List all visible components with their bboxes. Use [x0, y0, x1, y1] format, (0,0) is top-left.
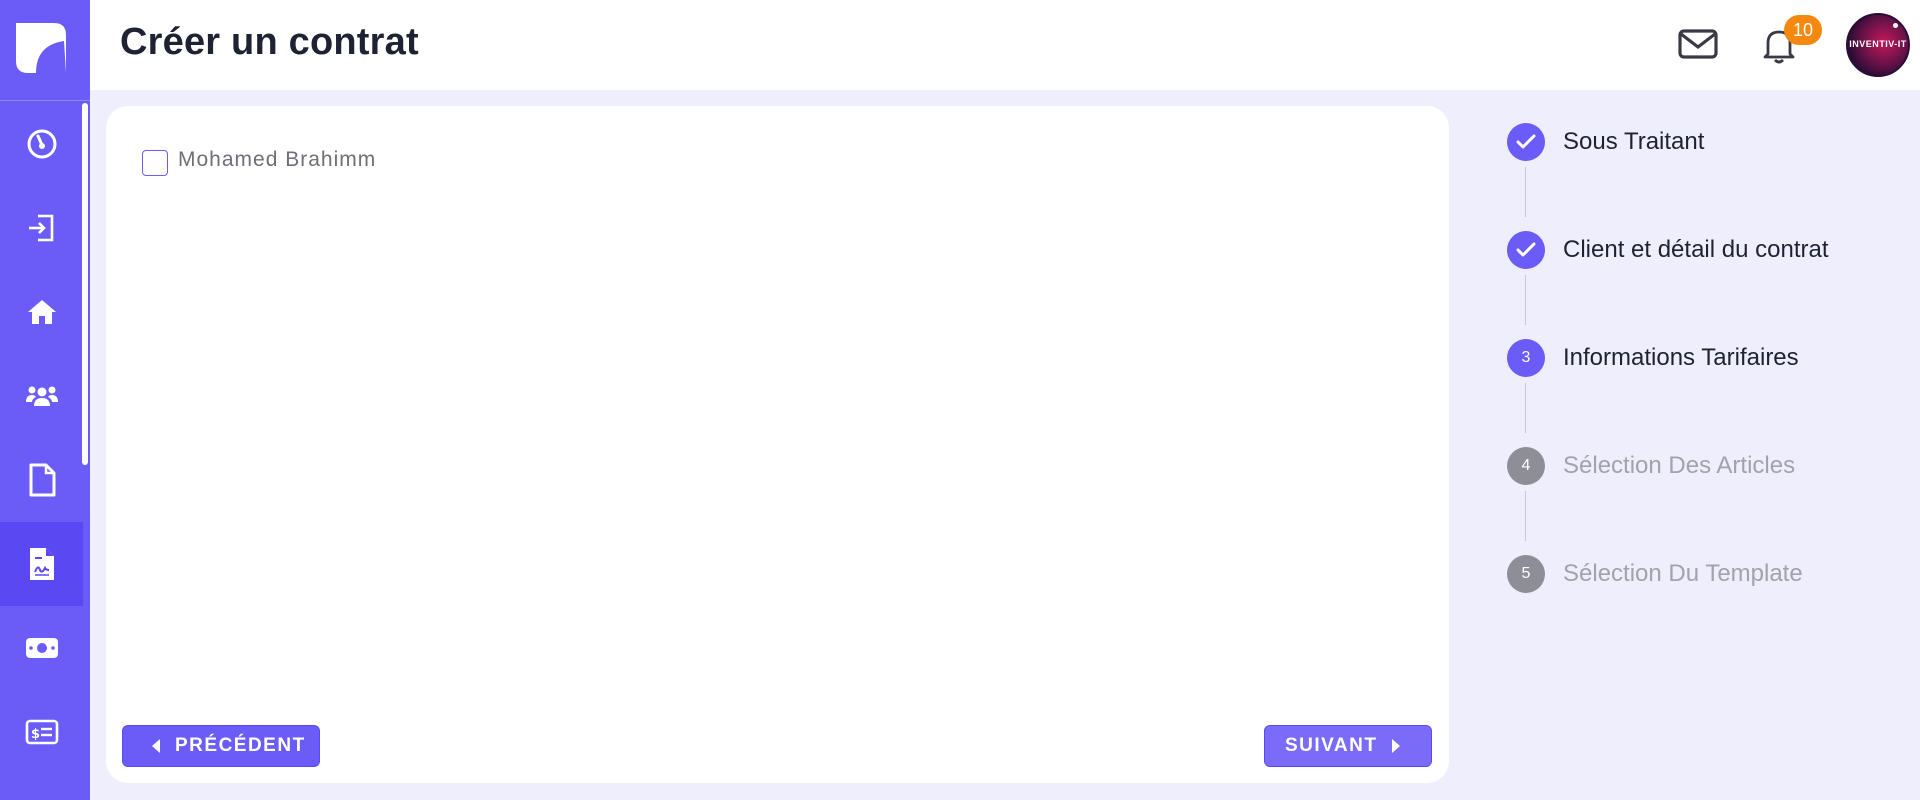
step-5-number: 5: [1507, 555, 1545, 593]
leaf-logo-icon: [16, 23, 66, 73]
sidebar-item-users[interactable]: [0, 354, 83, 438]
caret-left-icon: [152, 739, 160, 753]
step-connector: [1525, 491, 1526, 541]
avatar[interactable]: INVENTIV-IT: [1846, 13, 1910, 77]
step-3[interactable]: 3 Informations Tarifaires: [1507, 339, 1799, 377]
next-button[interactable]: SUIVANT: [1264, 725, 1432, 767]
sidebar-item-payments[interactable]: [0, 606, 83, 690]
messages-button[interactable]: [1678, 26, 1718, 69]
step-4-label: Sélection Des Articles: [1563, 452, 1796, 479]
step-2[interactable]: Client et détail du contrat: [1507, 231, 1829, 269]
sidebar: $: [0, 0, 90, 800]
home-icon: [27, 300, 56, 324]
sidebar-item-login[interactable]: [0, 186, 83, 270]
sidebar-item-dashboard[interactable]: [0, 102, 83, 186]
step-3-label: Informations Tarifaires: [1563, 344, 1799, 371]
next-button-label: SUIVANT: [1285, 735, 1378, 756]
step-1-label: Sous Traitant: [1563, 128, 1705, 155]
step-2-check-icon: [1507, 231, 1545, 269]
page-title: Créer un contrat: [120, 21, 419, 63]
previous-button[interactable]: PRÉCÉDENT: [122, 725, 320, 767]
subcontractor-option[interactable]: Mohamed Brahimm: [142, 144, 376, 176]
svg-text:$: $: [31, 727, 40, 742]
avatar-dot: [1893, 23, 1898, 28]
step-connector: [1525, 383, 1526, 433]
sidebar-item-invoices[interactable]: $: [0, 690, 83, 774]
users-icon: [25, 386, 58, 406]
sign-in-icon: [28, 214, 53, 242]
envelope-icon: [1678, 29, 1718, 59]
step-1[interactable]: Sous Traitant: [1507, 123, 1704, 161]
step-4[interactable]: 4 Sélection Des Articles: [1507, 447, 1795, 485]
step-3-number: 3: [1507, 339, 1545, 377]
sidebar-item-home[interactable]: [0, 270, 83, 354]
app-logo[interactable]: [0, 0, 90, 101]
checkbox-label: Mohamed Brahimm: [178, 148, 377, 171]
money-bill-icon: [25, 638, 58, 658]
step-5[interactable]: 5 Sélection Du Template: [1507, 555, 1803, 593]
previous-button-label: PRÉCÉDENT: [175, 735, 306, 756]
step-connector: [1525, 275, 1526, 325]
sidebar-item-documents[interactable]: [0, 438, 83, 522]
contract-signature-icon: [29, 548, 54, 580]
avatar-text: INVENTIV-IT: [1849, 39, 1907, 49]
caret-right-icon: [1392, 739, 1401, 753]
notification-count-badge: 10: [1784, 15, 1822, 45]
invoice-card-icon: $: [25, 719, 58, 745]
step-1-check-icon: [1507, 123, 1545, 161]
step-4-number: 4: [1507, 447, 1545, 485]
subcontractor-checkbox[interactable]: [142, 150, 168, 176]
sidebar-scrollbar[interactable]: [82, 103, 88, 465]
form-card: Mohamed Brahimm PRÉCÉDENT SUIVANT: [106, 106, 1449, 783]
file-icon: [29, 463, 55, 497]
step-connector: [1525, 167, 1526, 217]
gauge-icon: [27, 129, 56, 159]
top-header: Créer un contrat 10 INVENTIV-IT: [90, 0, 1920, 90]
sidebar-item-contracts[interactable]: [0, 522, 83, 606]
step-2-label: Client et détail du contrat: [1563, 236, 1829, 263]
step-5-label: Sélection Du Template: [1563, 560, 1803, 587]
